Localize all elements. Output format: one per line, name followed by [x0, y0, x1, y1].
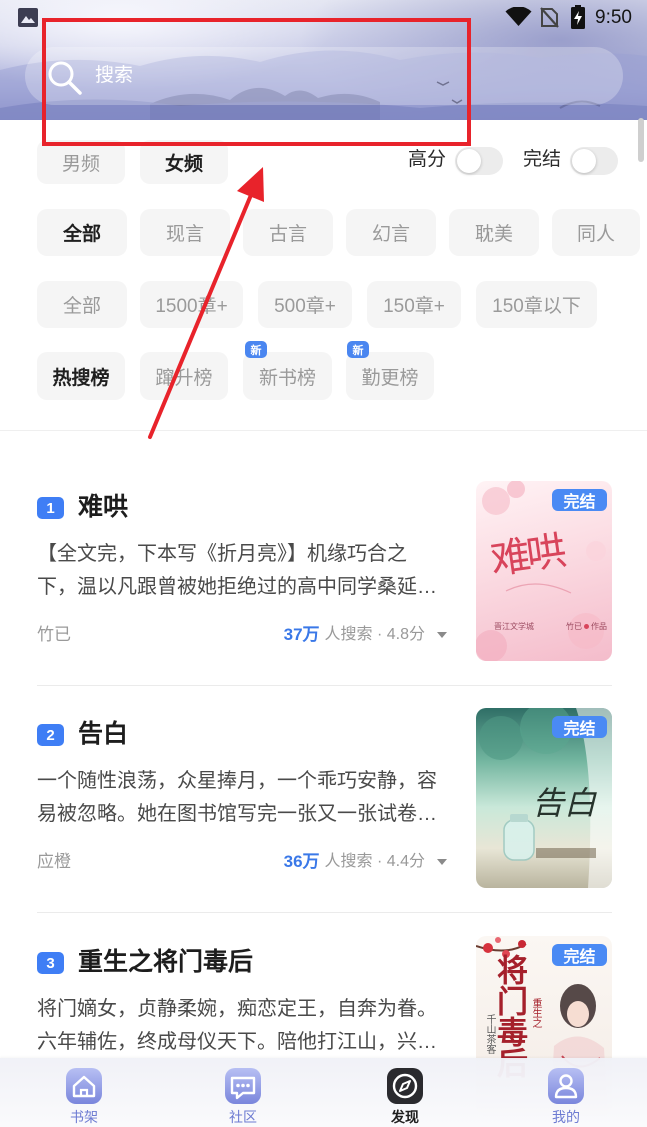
- chip-length-500-plus[interactable]: 500章+: [258, 281, 352, 328]
- chip-length-under-150[interactable]: 150章以下: [476, 281, 597, 328]
- chip-ranking-frequent-updates[interactable]: 勤更榜: [346, 352, 434, 400]
- chip-length-all[interactable]: 全部: [37, 281, 127, 328]
- nav-label: 书架: [70, 1109, 98, 1125]
- book-description-line: 六年辅佐，终成母仪天下。陪他打江山，兴…: [37, 1031, 437, 1053]
- nav-label: 社区: [229, 1109, 257, 1125]
- book-cover[interactable]: 难哄 晋江文学城 竹已 作品 完结: [476, 481, 612, 661]
- chip-ranking-hot-search[interactable]: 热搜榜: [37, 352, 125, 400]
- book-description-line: 【全文完，下本写《折月亮》】机缘巧合之: [37, 543, 407, 565]
- community-chat-icon: [225, 1068, 261, 1104]
- chevron-down-icon[interactable]: [437, 859, 447, 865]
- chip-category-fanfic[interactable]: 同人: [552, 209, 640, 256]
- book-description-line: 下，温以凡跟曾被她拒绝过的高中同学桑延…: [37, 576, 437, 598]
- book-title[interactable]: 难哄: [78, 491, 128, 523]
- chip-category-danmei[interactable]: 耽美: [449, 209, 539, 256]
- toggle-knob: [572, 149, 596, 173]
- profile-person-icon: [548, 1068, 584, 1104]
- cover-title-lettering: 难哄: [487, 528, 566, 584]
- completed-badge: 完结: [552, 944, 607, 966]
- heart-icon: [584, 624, 589, 629]
- completed-badge: 完结: [552, 716, 607, 738]
- item-divider: [37, 912, 612, 913]
- search-count: 37万: [283, 625, 320, 644]
- search-metric: 37万 人搜索 · 4.8分: [284, 624, 447, 646]
- toggle-high-score[interactable]: [455, 147, 503, 175]
- book-author: 应橙: [37, 852, 71, 871]
- status-time: 9:50: [595, 7, 632, 28]
- nav-item-profile[interactable]: 我的: [521, 1058, 611, 1127]
- search-metric: 36万 人搜索 · 4.4分: [284, 851, 447, 873]
- toggle-knob: [457, 149, 481, 173]
- chip-ranking-rising[interactable]: 蹿升榜: [140, 352, 228, 400]
- toggle-completed[interactable]: [570, 147, 618, 175]
- item-divider: [37, 685, 612, 686]
- search-icon: [48, 61, 82, 95]
- book-title[interactable]: 重生之将门毒后: [78, 946, 253, 978]
- cover-title-prefix: 重生之: [530, 998, 541, 1028]
- search-score-label: 人搜索 · 4.8分: [324, 626, 425, 643]
- battery-charging-icon: [571, 5, 585, 29]
- completed-badge: 完结: [552, 489, 607, 511]
- scrollbar-thumb[interactable]: [638, 118, 644, 162]
- chip-category-all[interactable]: 全部: [37, 209, 127, 256]
- chip-length-1500-plus[interactable]: 1500章+: [140, 281, 243, 328]
- book-author: 竹已: [37, 625, 71, 644]
- no-sim-icon: [540, 7, 559, 28]
- search-placeholder: 搜索: [95, 65, 134, 86]
- gallery-icon: [18, 8, 38, 27]
- book-description-line: 易被忽略。她在图书馆写完一张又一张试卷…: [37, 803, 437, 825]
- rank-badge: 1: [37, 497, 64, 519]
- chevron-down-icon[interactable]: [437, 632, 447, 638]
- book-description: 一个随性浪荡，众星捧月，一个乖巧安静，容 易被忽略。她在图书馆写完一张又一张试卷…: [37, 765, 457, 831]
- book-description: 【全文完，下本写《折月亮》】机缘巧合之 下，温以凡跟曾被她拒绝过的高中同学桑延…: [37, 538, 457, 604]
- book-title[interactable]: 告白: [78, 718, 128, 750]
- book-description-line: 一个随性浪荡，众星捧月，一个乖巧安静，容: [37, 770, 437, 792]
- wifi-icon: [505, 7, 532, 26]
- toggle-label-completed: 完结: [523, 149, 562, 170]
- chip-category-modern[interactable]: 现言: [140, 209, 230, 256]
- discover-compass-icon: [387, 1068, 423, 1104]
- chip-category-ancient[interactable]: 古言: [243, 209, 333, 256]
- chip-category-fantasy[interactable]: 幻言: [346, 209, 436, 256]
- new-badge: 新: [347, 341, 369, 358]
- chip-length-150-plus[interactable]: 150章+: [367, 281, 461, 328]
- book-description: 将门嫡女，贞静柔婉，痴恋定王，自奔为眷。 六年辅佐，终成母仪天下。陪他打江山，兴…: [37, 993, 457, 1059]
- nav-item-community[interactable]: 社区: [198, 1058, 288, 1127]
- book-list-item[interactable]: 1 难哄 【全文完，下本写《折月亮》】机缘巧合之 下，温以凡跟曾被她拒绝过的高中…: [0, 481, 647, 686]
- cover-credit: 竹已 作品: [566, 621, 607, 632]
- nav-label: 我的: [552, 1109, 580, 1125]
- cover-title-lettering: 告白: [532, 784, 597, 822]
- search-score-label: 人搜索 · 4.4分: [324, 853, 425, 870]
- bookshelf-house-icon: [66, 1068, 102, 1104]
- rank-badge: 2: [37, 724, 64, 746]
- nav-item-discover[interactable]: 发现: [360, 1058, 450, 1127]
- rank-badge: 3: [37, 952, 64, 974]
- chip-gender-male[interactable]: 男频: [37, 140, 125, 184]
- book-description-line: 将门嫡女，贞静柔婉，痴恋定王，自奔为眷。: [37, 998, 437, 1020]
- book-cover[interactable]: 告白 完结: [476, 708, 612, 888]
- book-list-item[interactable]: 2 告白 一个随性浪荡，众星捧月，一个乖巧安静，容 易被忽略。她在图书馆写完一张…: [0, 708, 647, 913]
- nav-item-bookshelf[interactable]: 书架: [39, 1058, 129, 1127]
- chip-ranking-new-books[interactable]: 新书榜: [243, 352, 332, 400]
- nav-label: 发现: [391, 1109, 419, 1125]
- new-badge: 新: [245, 341, 267, 358]
- bottom-nav: 书架 社区 发现 我的: [0, 1058, 647, 1127]
- cover-credit-name: 竹已: [566, 622, 582, 631]
- toggle-label-high-score: 高分: [408, 149, 447, 170]
- cover-credit-suffix: 作品: [591, 622, 607, 631]
- chip-gender-female[interactable]: 女频: [140, 140, 228, 184]
- search-bar[interactable]: 搜索: [25, 47, 623, 105]
- search-count: 36万: [283, 852, 320, 871]
- cover-publisher: 晋江文学城: [494, 622, 534, 631]
- cover-author: 千山茶客: [484, 1014, 495, 1054]
- section-divider: [0, 430, 647, 431]
